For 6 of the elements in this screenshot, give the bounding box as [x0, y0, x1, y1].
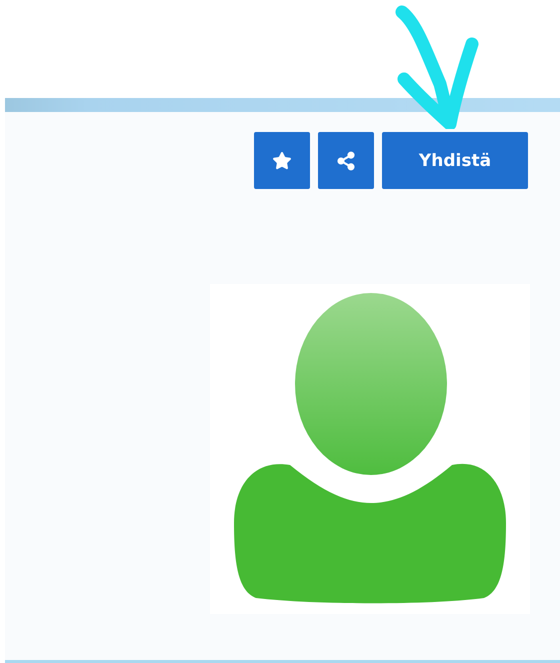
- star-icon: [272, 150, 292, 170]
- avatar-silhouette-icon: [234, 292, 506, 606]
- share-button[interactable]: [318, 132, 374, 189]
- share-icon: [336, 150, 356, 170]
- favorite-button[interactable]: [254, 132, 310, 189]
- connect-button[interactable]: Yhdistä: [382, 132, 528, 189]
